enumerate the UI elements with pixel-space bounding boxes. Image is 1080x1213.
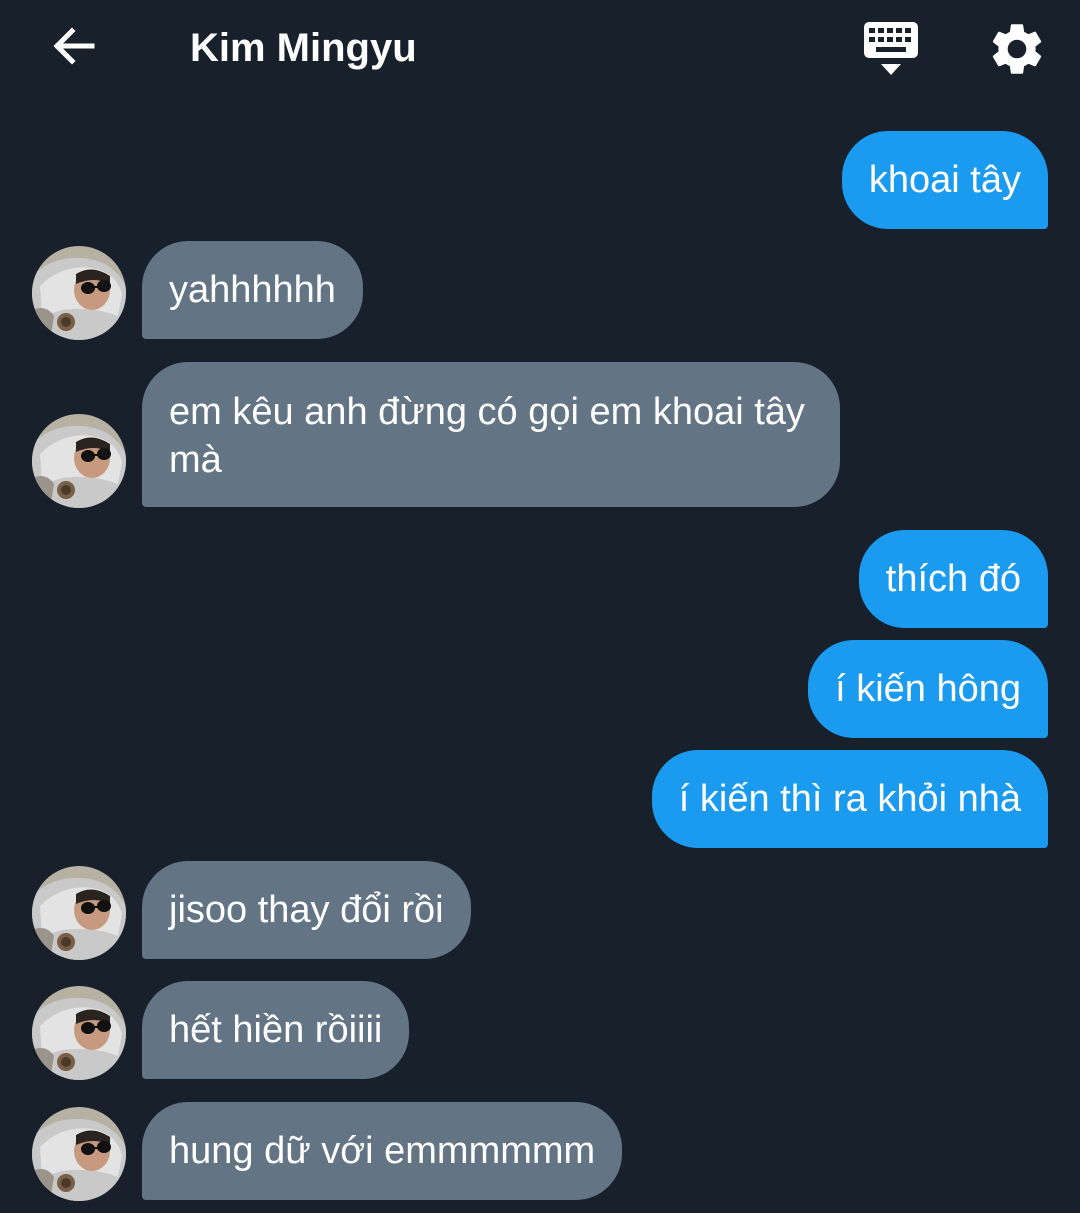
settings-button[interactable] xyxy=(986,18,1048,80)
received-message-bubble[interactable]: hết hiền rồiiii xyxy=(142,981,410,1079)
message-text: khoai tây xyxy=(868,159,1021,201)
contact-avatar[interactable] xyxy=(32,246,126,340)
contact-avatar[interactable] xyxy=(32,866,126,960)
back-button[interactable] xyxy=(44,18,104,78)
gear-icon xyxy=(986,24,1048,84)
message-text: hung dữ với emmmmmm xyxy=(169,1130,596,1172)
contact-avatar[interactable] xyxy=(32,1107,126,1201)
sent-message-bubble[interactable]: í kiến hông xyxy=(808,640,1048,738)
keyboard-icon xyxy=(858,22,924,84)
message-text: yahhhhhh xyxy=(169,269,336,311)
message-text: í kiến thì ra khỏi nhà xyxy=(678,778,1021,820)
keyboard-button[interactable] xyxy=(858,18,924,80)
message-text: hết hiền rồiiii xyxy=(169,1009,383,1051)
sent-message-bubble[interactable]: thích đó xyxy=(858,530,1048,628)
contact-avatar[interactable] xyxy=(32,414,126,508)
received-message-bubble[interactable]: em kêu anh đừng có gọi em khoai tây mà xyxy=(142,362,840,507)
contact-avatar[interactable] xyxy=(32,986,126,1080)
received-message-bubble[interactable]: jisoo thay đổi rồi xyxy=(142,861,471,959)
message-text: em kêu anh đừng có gọi em khoai tây mà xyxy=(169,391,805,481)
conversation-title: Kim Mingyu xyxy=(190,26,417,70)
message-text: thích đó xyxy=(885,558,1021,600)
received-message-bubble[interactable]: hung dữ với emmmmmm xyxy=(142,1102,623,1200)
message-text: jisoo thay đổi rồi xyxy=(169,889,444,931)
arrow-left-icon xyxy=(50,22,98,75)
message-text: í kiến hông xyxy=(835,668,1021,710)
received-message-bubble[interactable]: yahhhhhh xyxy=(142,241,363,339)
sent-message-bubble[interactable]: khoai tây xyxy=(841,131,1048,229)
sent-message-bubble[interactable]: í kiến thì ra khỏi nhà xyxy=(651,750,1048,848)
chat-header: Kim Mingyu xyxy=(0,0,1080,100)
